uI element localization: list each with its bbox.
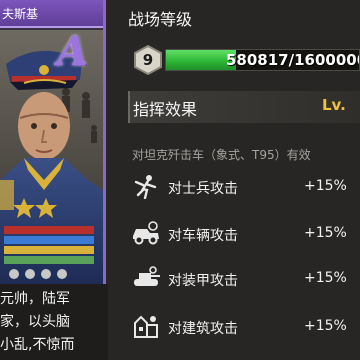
armor-icon (134, 266, 160, 286)
bio-line: 小乱,不惊而 (0, 337, 75, 353)
command-level-label: Lv. (322, 96, 346, 114)
effect-row-vehicle: 对车辆攻击 +15% (128, 217, 360, 251)
commander-name: 夫斯基 (0, 0, 103, 28)
effect-label: 对建筑攻击 (168, 321, 238, 337)
effect-value: +15% (304, 270, 347, 286)
xp-progress-bar: 580817/1600000 (165, 49, 360, 71)
effect-row-infantry: 对士兵攻击 +15% (128, 170, 360, 204)
bio-line: 家，以头脑 (0, 314, 70, 330)
vehicle-icon (133, 221, 159, 245)
infantry-icon (134, 175, 157, 199)
commander-bio: 元帅，陆军 家，以头脑 小乱,不惊而 (0, 284, 108, 360)
grade-badge: A (57, 28, 89, 75)
bio-line: 元帅，陆军 (0, 291, 70, 307)
effect-value: +15% (304, 178, 347, 194)
commander-card[interactable]: 夫斯基 A (0, 0, 106, 284)
command-effect-title: 指挥效果 (133, 100, 198, 119)
effect-row-armor: 对装甲攻击 +15% (128, 262, 360, 296)
battlefield-level-title: 战场等级 (128, 10, 193, 29)
effect-label: 对车辆攻击 (168, 228, 238, 244)
effect-label: 对装甲攻击 (168, 273, 238, 289)
effect-description: 对坦克歼击车（象式、T95）有效 (132, 148, 311, 162)
effect-label: 对士兵攻击 (168, 181, 238, 197)
effect-row-building: 对建筑攻击 +15% (128, 310, 360, 344)
effect-value: +15% (304, 318, 347, 334)
battlefield-level: 9 (142, 51, 154, 69)
xp-text: 580817/1600000 (226, 51, 360, 69)
effect-value: +15% (304, 225, 347, 241)
building-icon (134, 315, 158, 338)
